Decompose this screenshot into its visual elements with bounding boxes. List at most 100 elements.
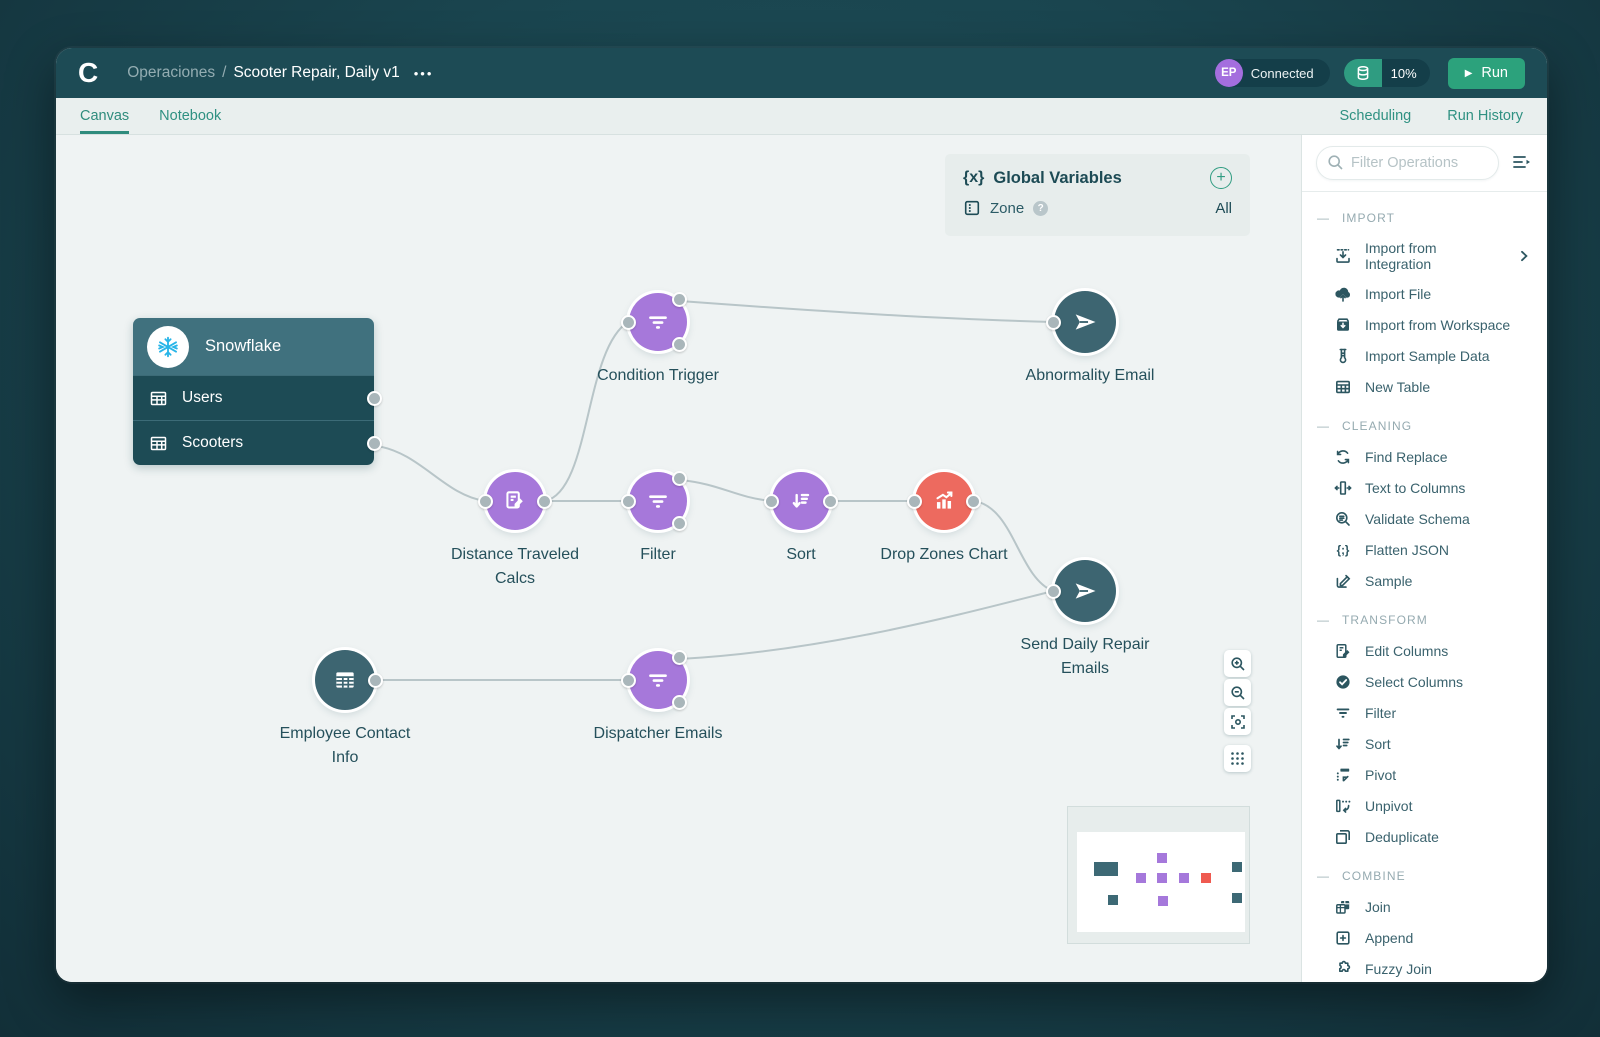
- fit-view-button[interactable]: [1224, 708, 1251, 735]
- node-distance-traveled-calcs[interactable]: [486, 472, 544, 530]
- node-snowflake-source[interactable]: Snowflake Users Scooters: [133, 318, 374, 465]
- more-menu-icon[interactable]: •••: [414, 66, 434, 81]
- operation-import-sample-data[interactable]: Import Sample Data: [1302, 340, 1547, 371]
- port[interactable]: [764, 494, 779, 509]
- operations-section: — IMPORT Import from Integration Import …: [1302, 202, 1547, 402]
- port[interactable]: [478, 494, 493, 509]
- node-send-daily-repair-emails[interactable]: [1054, 560, 1116, 622]
- port[interactable]: [966, 494, 981, 509]
- import-sample-data-icon: [1334, 347, 1352, 365]
- send-icon: [1071, 577, 1099, 605]
- chevron-right-icon: [1517, 249, 1531, 263]
- tab-scheduling[interactable]: Scheduling: [1340, 98, 1412, 134]
- port[interactable]: [1046, 315, 1061, 330]
- fit-view-icon: [1230, 714, 1246, 730]
- pivot-icon: [1334, 766, 1352, 784]
- minimap-viewport[interactable]: [1077, 832, 1245, 932]
- flow-canvas[interactable]: Snowflake Users Scooters: [56, 135, 1301, 982]
- operation-unpivot[interactable]: Unpivot: [1302, 790, 1547, 821]
- minimap[interactable]: [1067, 806, 1250, 944]
- variable-scope[interactable]: All: [1215, 200, 1232, 217]
- node-condition-trigger[interactable]: [629, 293, 687, 351]
- port[interactable]: [1046, 584, 1061, 599]
- port[interactable]: [621, 315, 636, 330]
- section-header[interactable]: — CLEANING: [1302, 410, 1547, 441]
- operation-new-table[interactable]: New Table: [1302, 371, 1547, 402]
- help-icon[interactable]: ?: [1033, 201, 1048, 216]
- section-header[interactable]: — TRANSFORM: [1302, 604, 1547, 635]
- tab-notebook[interactable]: Notebook: [159, 98, 221, 134]
- operation-select-columns[interactable]: Select Columns: [1302, 666, 1547, 697]
- chart-icon: [931, 488, 957, 514]
- variable-row-zone[interactable]: Zone ? All: [963, 199, 1232, 217]
- operation-flatten-json[interactable]: {;} Flatten JSON: [1302, 534, 1547, 565]
- connection-status[interactable]: EP Connected: [1215, 59, 1330, 87]
- node-sort[interactable]: [772, 472, 830, 530]
- node-dispatcher-emails[interactable]: [629, 651, 687, 709]
- zoom-in-icon: [1230, 656, 1246, 672]
- section-label: TRANSFORM: [1342, 613, 1428, 627]
- breadcrumb-title[interactable]: Scooter Repair, Daily v1: [233, 64, 399, 82]
- operation-validate-schema[interactable]: Validate Schema: [1302, 503, 1547, 534]
- port[interactable]: [621, 494, 636, 509]
- port[interactable]: [368, 673, 383, 688]
- port[interactable]: [621, 673, 636, 688]
- tab-run-history[interactable]: Run History: [1447, 98, 1523, 134]
- tab-canvas[interactable]: Canvas: [80, 98, 129, 134]
- port[interactable]: [367, 436, 382, 451]
- operation-import-from-integration[interactable]: Import from Integration: [1302, 233, 1547, 278]
- node-abnormality-email[interactable]: [1054, 291, 1116, 353]
- table-row-scooters[interactable]: Scooters: [133, 420, 374, 465]
- operation-edit-columns[interactable]: Edit Columns: [1302, 635, 1547, 666]
- edge-condition-to-abnormality: [680, 301, 1053, 322]
- section-header[interactable]: — IMPORT: [1302, 202, 1547, 233]
- snowflake-header[interactable]: Snowflake: [133, 318, 374, 375]
- operation-sort[interactable]: Sort: [1302, 728, 1547, 759]
- deduplicate-icon: [1334, 828, 1352, 846]
- add-variable-button[interactable]: +: [1210, 167, 1232, 189]
- port[interactable]: [672, 516, 687, 531]
- section-header[interactable]: — COMBINE: [1302, 860, 1547, 891]
- port[interactable]: [672, 695, 687, 710]
- zoom-out-button[interactable]: [1224, 679, 1251, 706]
- collapse-panel-icon: [1511, 153, 1531, 171]
- join-icon: [1334, 898, 1352, 916]
- port[interactable]: [672, 471, 687, 486]
- app-logo[interactable]: C: [78, 59, 97, 87]
- node-filter[interactable]: [629, 472, 687, 530]
- node-employee-contact-info[interactable]: [315, 650, 375, 710]
- port[interactable]: [672, 292, 687, 307]
- operation-join[interactable]: Join: [1302, 891, 1547, 922]
- port[interactable]: [672, 337, 687, 352]
- table-label: Users: [182, 389, 222, 407]
- port[interactable]: [823, 494, 838, 509]
- operation-filter[interactable]: Filter: [1302, 697, 1547, 728]
- grid-toggle-button[interactable]: [1224, 745, 1251, 772]
- operation-import-from-workspace[interactable]: Import from Workspace: [1302, 309, 1547, 340]
- operation-import-file[interactable]: Import File: [1302, 278, 1547, 309]
- search-box: [1316, 146, 1499, 180]
- port[interactable]: [672, 650, 687, 665]
- breadcrumb-workspace[interactable]: Operaciones: [127, 64, 215, 82]
- collapse-panel-button[interactable]: [1509, 151, 1533, 176]
- zoom-in-button[interactable]: [1224, 650, 1251, 677]
- minimap-node: [1136, 873, 1146, 883]
- operation-pivot[interactable]: Pivot: [1302, 759, 1547, 790]
- variables-icon: {x}: [963, 169, 984, 187]
- sidebar-header: [1302, 135, 1547, 192]
- breadcrumb-separator: /: [222, 64, 226, 82]
- operation-deduplicate[interactable]: Deduplicate: [1302, 821, 1547, 852]
- avatar[interactable]: EP: [1215, 59, 1243, 87]
- operation-text-to-columns[interactable]: Text to Columns: [1302, 472, 1547, 503]
- operation-find-replace[interactable]: Find Replace: [1302, 441, 1547, 472]
- credits-chip[interactable]: 10%: [1344, 59, 1430, 87]
- port[interactable]: [537, 494, 552, 509]
- run-button[interactable]: ▶ Run: [1448, 58, 1525, 89]
- port[interactable]: [367, 391, 382, 406]
- operation-sample[interactable]: Sample: [1302, 565, 1547, 596]
- table-row-users[interactable]: Users: [133, 375, 374, 420]
- port[interactable]: [907, 494, 922, 509]
- operation-fuzzy-join[interactable]: Fuzzy Join: [1302, 953, 1547, 982]
- node-drop-zones-chart[interactable]: [915, 472, 973, 530]
- operation-append[interactable]: Append: [1302, 922, 1547, 953]
